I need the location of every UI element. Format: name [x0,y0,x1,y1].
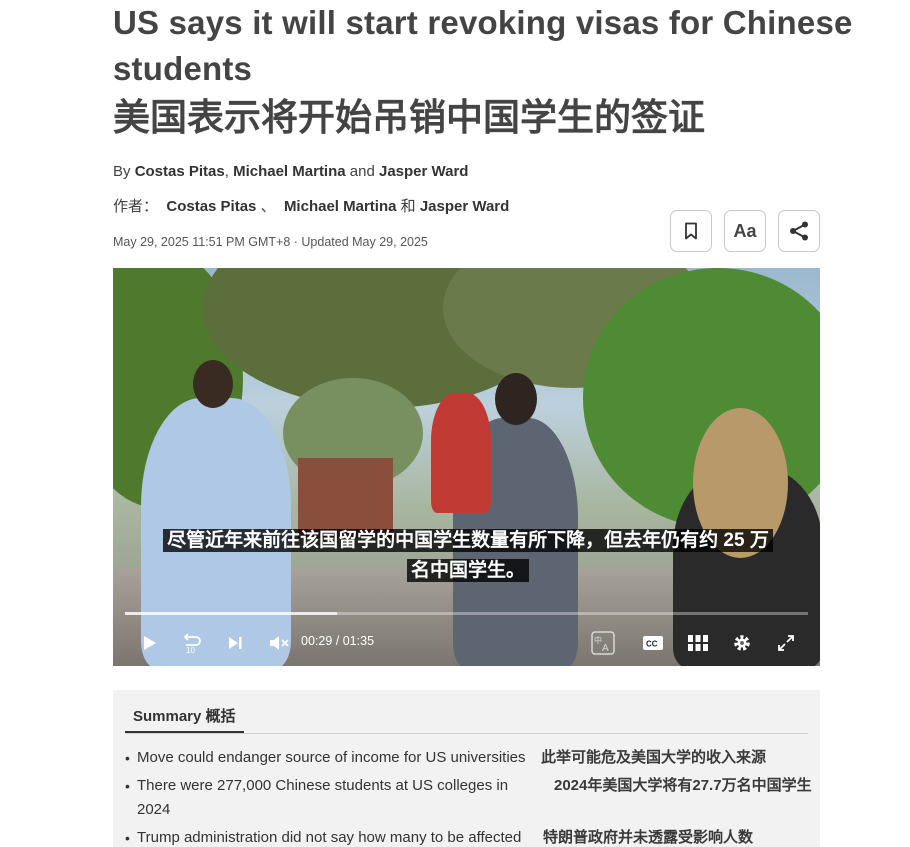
captions-icon: CC [643,636,663,650]
byline-separator: and [345,163,379,180]
bullet-icon: • [125,778,130,794]
bookmark-icon [685,222,697,240]
video-time: 00:29 / 01:35 [301,634,374,648]
play-icon [144,636,156,650]
share-icon [790,221,808,241]
summary-item-en: Move could endanger source of income for… [137,749,526,766]
publish-dateline: May 29, 2025 11:51 PM GMT+8 · Updated Ma… [113,235,428,249]
byline-english: By Costas Pitas, Michael Martina and Jas… [113,163,468,180]
font-size-button[interactable]: Aa [724,210,766,252]
subtitle-line-1: 尽管近年来前往该国留学的中国学生数量有所下降，但去年仍有约 25 万 [163,529,773,552]
play-button[interactable] [137,631,161,655]
time-separator: / [335,634,340,648]
author-link[interactable]: Jasper Ward [379,163,468,180]
captions-button[interactable]: CC [641,631,665,655]
grid-icon [688,635,708,651]
video-controls: 10 00:29 / 01:35 中 A CC [113,623,820,663]
byline-prefix: 作者： [113,198,159,215]
summary-divider [125,733,808,734]
video-player[interactable]: 尽管近年来前往该国留学的中国学生数量有所下降，但去年仍有约 25 万 名中国学生… [113,268,820,666]
replay-10-label: 10 [186,646,195,654]
byline-chinese: 作者： Costas Pitas 、 Michael Martina 和 Jas… [113,195,509,216]
settings-button[interactable] [730,631,754,655]
bullet-icon: • [125,830,130,846]
gear-icon [734,635,750,651]
video-subtitle: 尽管近年来前往该国留学的中国学生数量有所下降，但去年仍有约 25 万 名中国学生… [163,526,773,586]
translate-icon: 中 A [591,631,615,655]
headline-chinese: 美国表示将开始吊销中国学生的签证 [113,97,705,138]
bookmark-button[interactable] [670,210,712,252]
video-scene-person [495,373,537,425]
video-progress-fill [125,612,337,615]
summary-item-en: Trump administration did not say how man… [137,829,522,846]
share-button[interactable] [778,210,820,252]
author-link[interactable]: Costas Pitas [135,163,225,180]
summary-item-en: There were 277,000 Chinese students at U… [137,777,509,818]
author-link[interactable]: Jasper Ward [420,198,509,215]
current-time: 00:29 [301,634,333,648]
next-button[interactable] [223,631,247,655]
author-link[interactable]: Michael Martina [284,198,397,215]
bullet-icon: • [125,750,130,766]
font-size-label: Aa [733,220,757,241]
byline-separator: 和 [400,198,416,215]
mute-button[interactable] [267,631,291,655]
subtitle-line-2: 名中国学生。 [406,559,529,582]
summary-tab[interactable]: Summary 概括 [125,702,244,733]
byline-separator: 、 [260,198,276,215]
svg-text:中: 中 [594,635,602,645]
summary-item-zh: 2024年美国大学将有27.7万名中国学生 [554,777,812,794]
svg-text:A: A [602,643,609,654]
fullscreen-icon [778,635,794,651]
svg-text:CC: CC [646,640,658,649]
video-scene-person [431,393,491,513]
author-link[interactable]: Costas Pitas [166,198,256,215]
translate-button[interactable]: 中 A [591,631,615,655]
byline-prefix: By [113,163,135,180]
replay-10-button[interactable]: 10 [179,631,203,655]
skip-next-icon [229,637,242,649]
byline-separator: , [224,163,234,180]
summary-panel: Summary 概括 • Move could endanger source … [113,690,820,847]
video-progress-bar[interactable] [125,612,808,615]
volume-muted-icon [270,636,289,650]
fullscreen-button[interactable] [774,631,798,655]
summary-item-zh: 此举可能危及美国大学的收入来源 [541,749,767,766]
video-scene-person [193,360,233,408]
author-link[interactable]: Michael Martina [233,163,346,180]
headline-english: US says it will start revoking visas for… [113,4,853,87]
replay-10-icon: 10 [183,633,201,654]
duration: 01:35 [342,634,375,648]
summary-item-zh: 特朗普政府并未透露受影响人数 [543,829,754,846]
grid-button[interactable] [686,631,710,655]
